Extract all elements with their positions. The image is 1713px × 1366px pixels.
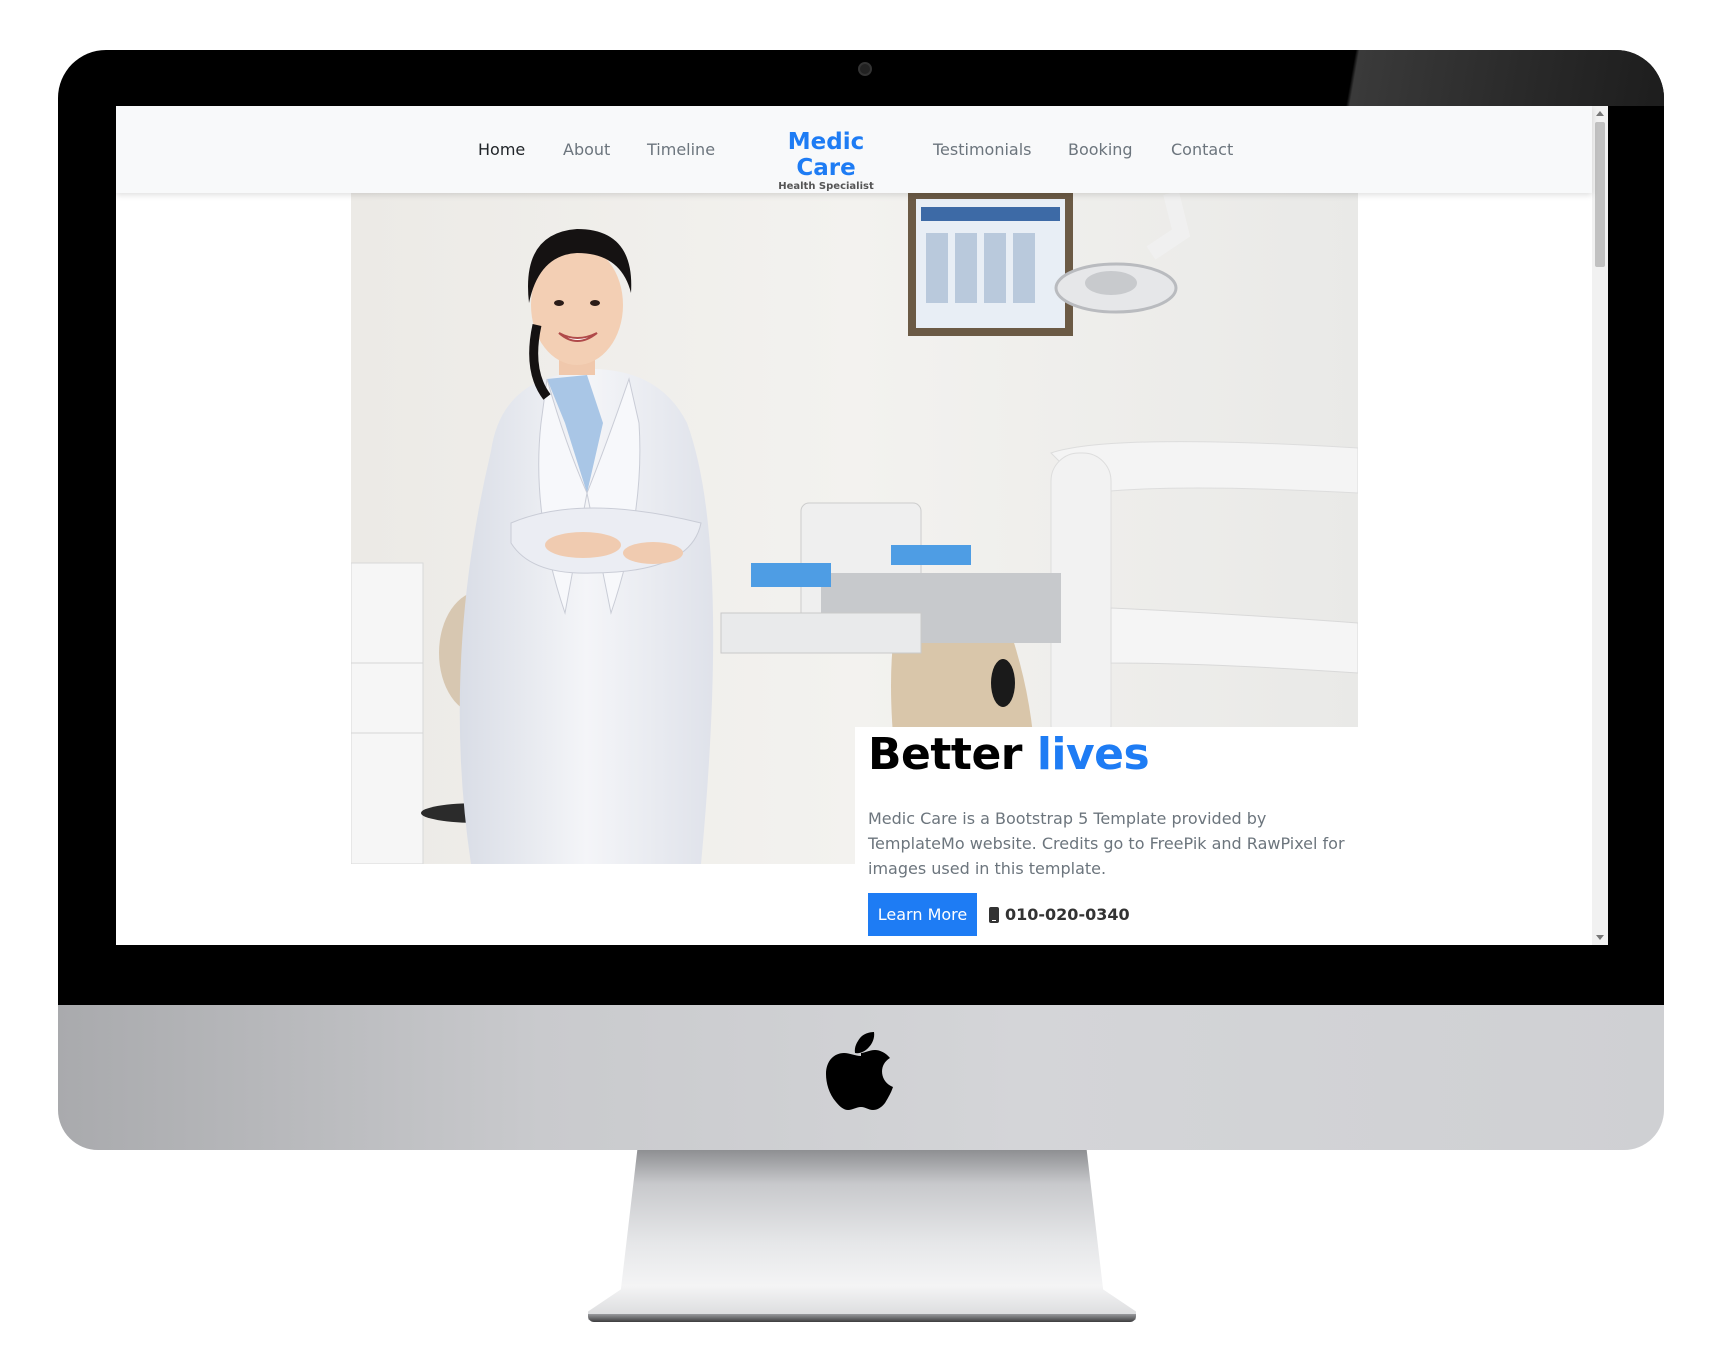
bezel-glare [1304,50,1664,106]
apple-logo-icon [826,1032,893,1110]
nav-booking[interactable]: Booking [1068,140,1133,159]
brand-logo[interactable]: Medic Care Health Specialist [764,129,888,193]
nav-timeline[interactable]: Timeline [647,140,715,159]
learn-more-button[interactable]: Learn More [868,893,977,936]
phone-icon [989,906,999,923]
scroll-down-icon[interactable] [1596,935,1604,940]
imac-stand [588,1150,1136,1320]
camera-icon [858,62,872,76]
nav-contact[interactable]: Contact [1171,140,1233,159]
nav-about[interactable]: About [563,140,610,159]
brand-title: Medic Care [787,129,865,181]
hero-caption: Better lives Medic Care is a Bootstrap 5… [855,727,1358,945]
hero-title-main: Better [868,729,1023,780]
scrollbar-thumb[interactable] [1595,122,1605,267]
nav-home[interactable]: Home [478,140,525,159]
nav-testimonials[interactable]: Testimonials [933,140,1032,159]
hero-title-accent: lives [1036,729,1150,780]
browser-viewport: Home About Timeline Medic Care Health Sp… [116,106,1608,945]
hero-description: Medic Care is a Bootstrap 5 Template pro… [868,809,1345,878]
navbar: Home About Timeline Medic Care Health Sp… [116,106,1592,193]
phone-link[interactable]: 010-020-0340 [989,905,1130,924]
brand-subtitle: Health Specialist [778,181,874,192]
scrollbar[interactable] [1592,106,1608,945]
imac-stand-base [588,1314,1136,1322]
phone-number: 010-020-0340 [1005,905,1130,924]
scroll-up-icon[interactable] [1596,111,1604,116]
hero-title: Better lives [868,729,1150,780]
